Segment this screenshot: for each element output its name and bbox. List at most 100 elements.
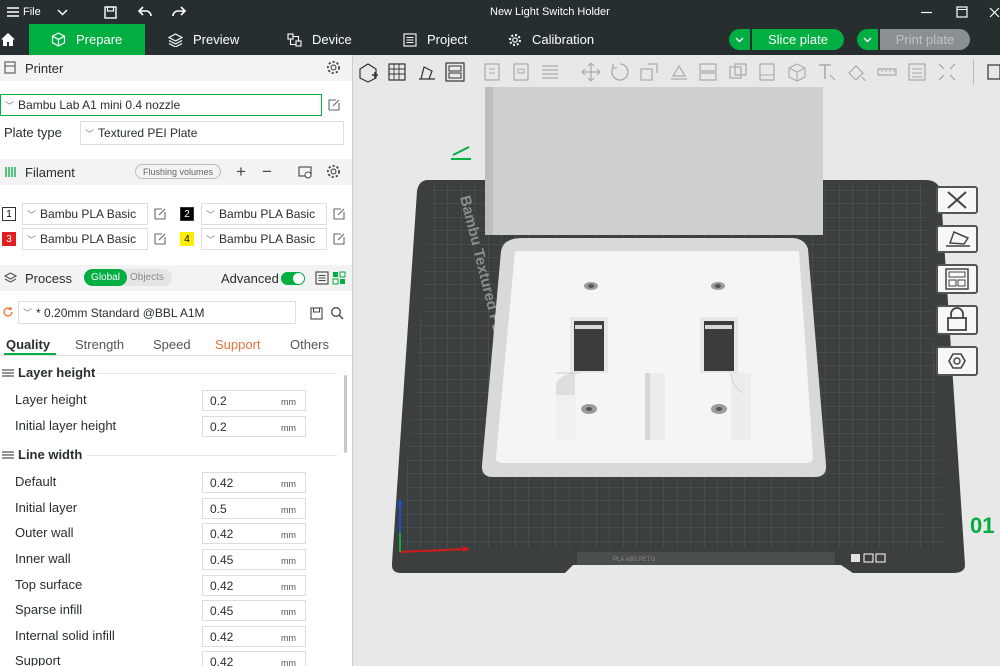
reset-icon[interactable] [2, 306, 14, 318]
tab-preview[interactable]: Preview [168, 24, 239, 55]
arrange-icon [945, 268, 969, 290]
global-toggle-option[interactable]: Global [84, 269, 127, 286]
menu-icon[interactable] [6, 0, 20, 24]
plate-delete-icon[interactable] [851, 554, 860, 562]
tab-others[interactable]: Others [290, 337, 329, 352]
redo-icon[interactable] [172, 0, 186, 24]
setting-label: Layer height [15, 392, 87, 407]
add-filament-icon[interactable]: + [236, 162, 246, 182]
process-preset-select[interactable]: ﹀ * 0.20mm Standard @BBL A1M [18, 301, 296, 324]
initial-layer-width-input[interactable]: 0.5 mm [202, 498, 306, 519]
setting-label: Inner wall [15, 551, 71, 566]
print-plate-button[interactable]: Print plate [880, 29, 970, 50]
process-header-label: Process [25, 270, 72, 286]
maximize-icon[interactable] [956, 0, 968, 24]
tab-prepare[interactable]: Prepare [29, 24, 145, 55]
scrollbar[interactable] [344, 375, 347, 453]
tab-support[interactable]: Support [215, 337, 261, 352]
tab-calibration[interactable]: Calibration [508, 24, 594, 55]
close-icon[interactable] [989, 0, 1000, 24]
search-icon[interactable] [330, 306, 344, 320]
filament-slot-4[interactable]: 4 [180, 232, 194, 246]
edit-icon[interactable] [153, 232, 167, 246]
plate-type-value: Textured PEI Plate [98, 126, 198, 140]
home-icon[interactable] [0, 24, 25, 55]
tab-label: Device [312, 32, 352, 47]
list-icon[interactable] [315, 271, 329, 285]
plate-settings-button[interactable] [936, 346, 978, 376]
filament-name: Bambu PLA Basic [219, 232, 316, 246]
edit-icon[interactable] [332, 232, 346, 246]
setting-label: Initial layer height [15, 418, 117, 433]
filament-select-3[interactable]: ﹀ Bambu PLA Basic [22, 228, 148, 250]
tab-project[interactable]: Project [403, 24, 467, 55]
printer-icon [4, 61, 16, 74]
unit: mm [281, 423, 296, 433]
file-menu[interactable]: File [23, 0, 41, 24]
value: 0.45 [210, 552, 234, 567]
lock-plate-button[interactable] [936, 305, 978, 335]
back-panel [485, 87, 823, 235]
default-width-input[interactable]: 0.42 mm [202, 472, 306, 493]
undo-icon[interactable] [138, 0, 152, 24]
value: 0.45 [210, 603, 234, 618]
remove-filament-icon[interactable]: − [262, 162, 272, 182]
setting-label: Internal solid infill [15, 628, 115, 643]
tab-speed[interactable]: Speed [153, 337, 191, 352]
value: 0.2 [210, 419, 227, 434]
auto-orient-plate-button[interactable] [936, 225, 978, 253]
edit-icon[interactable] [327, 98, 341, 112]
tab-strength[interactable]: Strength [75, 337, 124, 352]
filament-name: Bambu PLA Basic [40, 207, 137, 221]
support-width-input[interactable]: 0.42 mm [202, 651, 306, 666]
tab-device[interactable]: Device [287, 24, 352, 55]
close-icon [947, 191, 967, 209]
chevron-down-icon [863, 37, 872, 42]
object-tree-icon[interactable] [332, 271, 346, 285]
gear-icon[interactable] [326, 164, 341, 179]
sparse-infill-width-input[interactable]: 0.45 mm [202, 600, 306, 621]
setting-label: Sparse infill [15, 602, 83, 617]
top-surface-width-input[interactable]: 0.42 mm [202, 575, 306, 596]
filament-slot-3[interactable]: 3 [2, 232, 16, 246]
edit-plate-icon[interactable] [451, 146, 471, 160]
arrange-plate-button[interactable] [936, 264, 978, 294]
tab-quality[interactable]: Quality [6, 337, 50, 352]
filament-slot-1[interactable]: 1 [2, 207, 16, 221]
line-width-icon [2, 450, 14, 459]
layers-icon [2, 368, 14, 377]
slice-dropdown[interactable] [729, 29, 750, 50]
save-icon[interactable] [310, 307, 323, 320]
plate-type-select[interactable]: ﹀ Textured PEI Plate [80, 121, 344, 145]
sync-filament-icon[interactable] [298, 165, 313, 179]
initial-layer-height-input[interactable]: 0.2 mm [202, 416, 306, 437]
layer-height-input[interactable]: 0.2 mm [202, 390, 306, 411]
edit-icon[interactable] [153, 207, 167, 221]
filament-select-2[interactable]: ﹀ Bambu PLA Basic [201, 203, 327, 225]
unit: mm [281, 658, 296, 666]
internal-solid-infill-width-input[interactable]: 0.42 mm [202, 626, 306, 647]
3d-viewport[interactable]: PLA ABS PETG Bambu Textured PEI Plate 01 [353, 55, 1000, 666]
filament-slot-2[interactable]: 2 [180, 207, 194, 221]
objects-toggle-option[interactable]: Objects [130, 269, 164, 286]
remove-plate-button[interactable] [936, 186, 978, 214]
printer-header-label: Printer [25, 60, 64, 76]
save-icon[interactable] [104, 0, 117, 24]
printer-select[interactable]: ﹀ Bambu Lab A1 mini 0.4 nozzle [0, 94, 322, 116]
slice-plate-button[interactable]: Slice plate [752, 29, 844, 50]
edit-icon[interactable] [332, 207, 346, 221]
unit: mm [281, 607, 296, 617]
flushing-volumes-button[interactable]: Flushing volumes [135, 164, 222, 179]
minimize-icon[interactable] [921, 0, 932, 24]
chevron-down-icon[interactable] [57, 0, 68, 24]
inner-wall-width-input[interactable]: 0.45 mm [202, 549, 306, 570]
unit: mm [281, 505, 296, 515]
print-dropdown[interactable] [857, 29, 878, 50]
filament-select-4[interactable]: ﹀ Bambu PLA Basic [201, 228, 327, 250]
filament-select-1[interactable]: ﹀ Bambu PLA Basic [22, 203, 148, 225]
advanced-label: Advanced [221, 270, 279, 286]
value: 0.42 [210, 475, 234, 490]
advanced-toggle[interactable] [281, 272, 305, 285]
outer-wall-width-input[interactable]: 0.42 mm [202, 523, 306, 544]
gear-icon[interactable] [326, 60, 341, 75]
